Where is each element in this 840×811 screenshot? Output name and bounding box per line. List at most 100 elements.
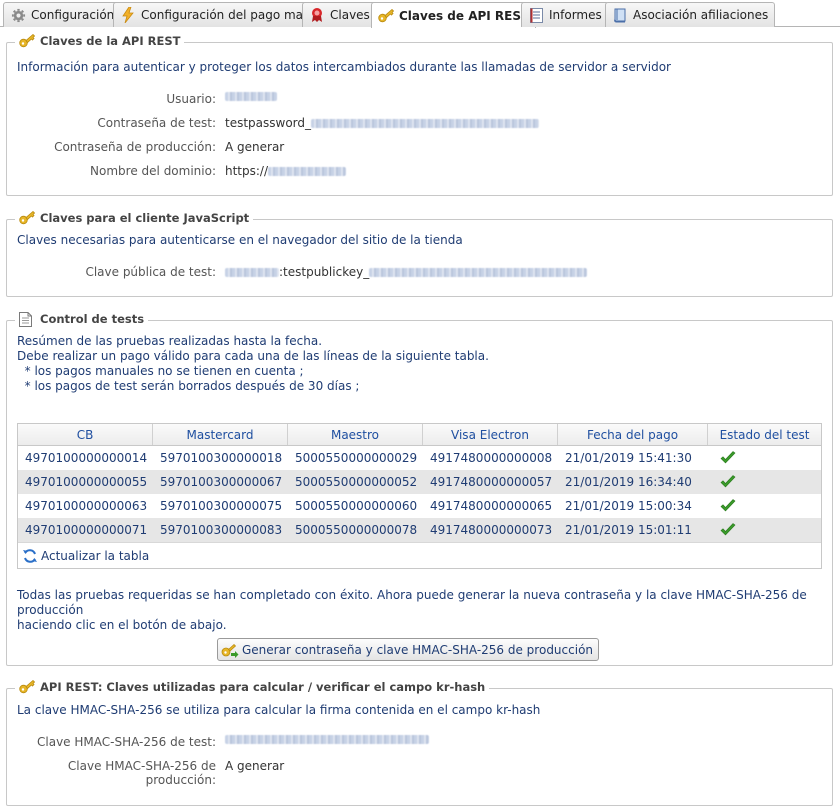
key-icon bbox=[19, 680, 35, 694]
test-password-value: testpassword_ bbox=[225, 116, 540, 130]
test-password-prefix: testpassword_ bbox=[225, 116, 312, 130]
key-icon bbox=[19, 34, 35, 48]
status-cell bbox=[708, 518, 821, 542]
tab-asociacion-afiliaciones[interactable]: Asociación afiliaciones bbox=[605, 2, 776, 27]
mastercard-cell: 5970100300000067 bbox=[160, 475, 283, 489]
section-title: Claves para el cliente JavaScript bbox=[40, 211, 250, 225]
report-icon bbox=[528, 7, 544, 23]
section-title: Claves de la API REST bbox=[40, 34, 181, 48]
rest-keys-section: Claves de la API REST Información para a… bbox=[6, 34, 833, 196]
hmac-section: API REST: Claves utilizadas para calcula… bbox=[6, 680, 833, 806]
js-keys-section: Claves para el cliente JavaScript Claves… bbox=[6, 211, 833, 297]
success-message: Todas las pruebas requeridas se han comp… bbox=[17, 588, 817, 633]
success-line: Todas las pruebas requeridas se han comp… bbox=[17, 588, 807, 617]
visa-electron-cell: 4917480000000065 bbox=[430, 499, 553, 513]
table-row[interactable]: 4970100000000014 5970100300000018 500055… bbox=[18, 446, 821, 470]
section-title: Control de tests bbox=[40, 312, 145, 326]
table-header: CB Mastercard Maestro Visa Electron Fech… bbox=[18, 424, 821, 446]
domain-row: Nombre del dominio: https:// bbox=[7, 164, 832, 180]
status-cell bbox=[708, 446, 821, 470]
mastercard-cell: 5970100300000083 bbox=[160, 523, 283, 537]
badge-icon bbox=[309, 7, 325, 23]
refresh-icon bbox=[23, 548, 37, 563]
tab-configuracion[interactable]: Configuración bbox=[3, 2, 122, 27]
usuario-value bbox=[225, 92, 277, 101]
gear-icon bbox=[10, 7, 26, 23]
section-legend: Claves de la API REST bbox=[15, 34, 185, 48]
checkmark-icon bbox=[720, 499, 736, 512]
key-icon bbox=[19, 211, 35, 225]
status-cell bbox=[708, 470, 821, 494]
hmac-prod-label-line: producción: bbox=[145, 773, 216, 787]
public-key-value: :testpublickey_ bbox=[225, 265, 588, 279]
tab-label: Asociación afiliaciones bbox=[633, 8, 769, 22]
public-key-label: Clave pública de test: bbox=[85, 265, 216, 279]
section-legend: Claves para el cliente JavaScript bbox=[15, 211, 254, 225]
prod-password-label: Contraseña de producción: bbox=[54, 140, 216, 154]
success-line: haciendo clic en el botón de abajo. bbox=[17, 618, 227, 632]
key-arrow-icon bbox=[221, 643, 239, 658]
intro-line: Debe realizar un pago válido para cada u… bbox=[17, 349, 489, 363]
tab-claves-api-rest[interactable]: Claves de API REST bbox=[371, 2, 537, 28]
button-label: Generar contraseña y clave HMAC-SHA-256 … bbox=[242, 642, 594, 657]
prod-password-row: Contraseña de producción: A generar bbox=[7, 140, 832, 156]
generate-production-keys-button[interactable]: Generar contraseña y clave HMAC-SHA-256 … bbox=[217, 638, 600, 661]
tab-bar: Configuración Configuración del pago man… bbox=[0, 0, 840, 28]
cb-cell: 4970100000000055 bbox=[25, 475, 148, 489]
table-row[interactable]: 4970100000000055 5970100300000067 500055… bbox=[18, 470, 821, 494]
section-description: Claves necesarias para autenticarse en e… bbox=[17, 233, 463, 247]
tab-informes[interactable]: Informes bbox=[521, 2, 609, 27]
cb-cell: 4970100000000071 bbox=[25, 523, 148, 537]
table-row[interactable]: 4970100000000071 5970100300000083 500055… bbox=[18, 518, 821, 542]
refresh-table-button[interactable]: Actualizar la tabla bbox=[18, 542, 821, 568]
lightning-icon bbox=[120, 7, 136, 23]
checkmark-icon bbox=[720, 475, 736, 488]
tab-claves[interactable]: Claves bbox=[302, 2, 377, 27]
hmac-test-row: Clave HMAC-SHA-256 de test: bbox=[7, 735, 832, 751]
date-cell: 21/01/2019 15:00:34 bbox=[565, 499, 692, 513]
column-header[interactable]: CB bbox=[18, 424, 153, 445]
hmac-test-value bbox=[225, 735, 429, 744]
maestro-cell: 5000550000000052 bbox=[295, 475, 418, 489]
redacted-value bbox=[268, 166, 347, 176]
book-icon bbox=[612, 7, 628, 23]
cb-cell: 4970100000000063 bbox=[25, 499, 148, 513]
column-header[interactable]: Mastercard bbox=[153, 424, 288, 445]
document-icon bbox=[19, 311, 35, 327]
prod-password-value: A generar bbox=[225, 140, 285, 154]
section-description: Información para autenticar y proteger l… bbox=[17, 60, 671, 74]
maestro-cell: 5000550000000078 bbox=[295, 523, 418, 537]
key-icon bbox=[378, 8, 394, 24]
maestro-cell: 5000550000000060 bbox=[295, 499, 418, 513]
domain-value: https:// bbox=[225, 164, 347, 178]
section-legend: Control de tests bbox=[15, 311, 149, 327]
hmac-prod-value: A generar bbox=[225, 759, 285, 773]
section-legend: API REST: Claves utilizadas para calcula… bbox=[15, 680, 490, 694]
column-header[interactable]: Fecha del pago bbox=[558, 424, 708, 445]
column-header[interactable]: Visa Electron bbox=[423, 424, 558, 445]
hmac-prod-label: Clave HMAC-SHA-256 de producción: bbox=[68, 759, 216, 787]
visa-electron-cell: 4917480000000008 bbox=[430, 451, 553, 465]
visa-electron-cell: 4917480000000057 bbox=[430, 475, 553, 489]
redacted-value bbox=[225, 92, 277, 101]
date-cell: 21/01/2019 16:34:40 bbox=[565, 475, 692, 489]
column-header[interactable]: Estado del test bbox=[708, 424, 821, 445]
section-description: La clave HMAC-SHA-256 se utiliza para ca… bbox=[17, 703, 541, 717]
cb-cell: 4970100000000014 bbox=[25, 451, 148, 465]
column-header[interactable]: Maestro bbox=[288, 424, 423, 445]
intro-line: * los pagos manuales no se tienen en cue… bbox=[17, 364, 304, 378]
section-title: API REST: Claves utilizadas para calcula… bbox=[40, 680, 486, 694]
test-password-label: Contraseña de test: bbox=[97, 116, 216, 130]
table-row[interactable]: 4970100000000063 5970100300000075 500055… bbox=[18, 494, 821, 518]
hmac-prod-row: Clave HMAC-SHA-256 de producción: A gene… bbox=[7, 759, 832, 789]
redacted-value bbox=[369, 267, 588, 277]
date-cell: 21/01/2019 15:01:11 bbox=[565, 523, 692, 537]
redacted-value bbox=[225, 735, 429, 744]
tab-label: Configuración bbox=[31, 8, 115, 22]
tab-label: Informes bbox=[549, 8, 602, 22]
hmac-prod-label-line: Clave HMAC-SHA-256 de bbox=[67, 759, 216, 773]
maestro-cell: 5000550000000029 bbox=[295, 451, 418, 465]
refresh-label: Actualizar la tabla bbox=[41, 548, 150, 563]
tests-intro: Resúmen de las pruebas realizadas hasta … bbox=[17, 334, 489, 394]
redacted-value bbox=[311, 118, 540, 128]
